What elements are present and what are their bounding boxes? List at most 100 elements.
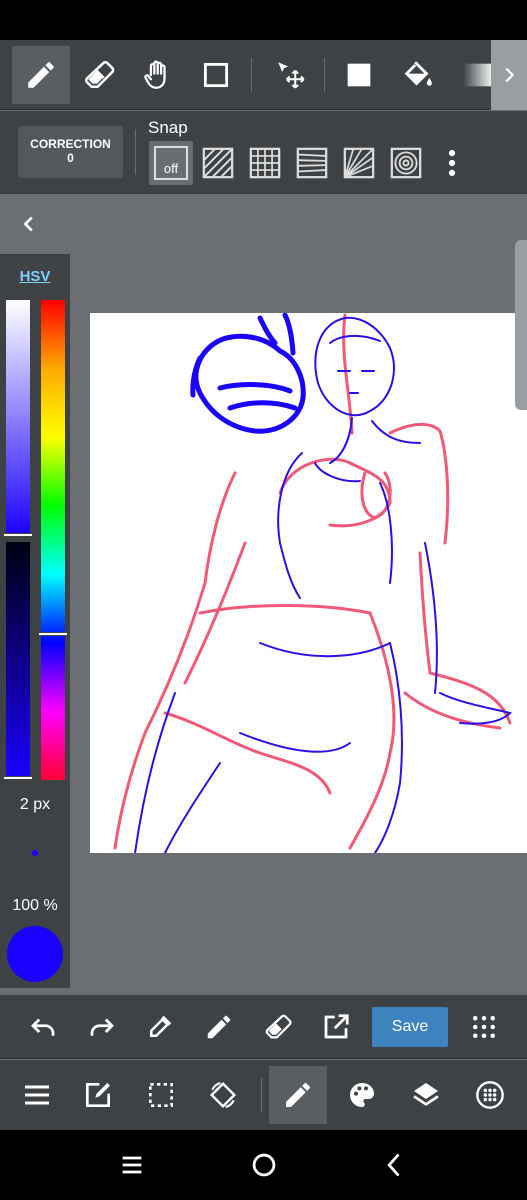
- snap-circle-icon: [390, 147, 422, 179]
- tool-toolbar: [0, 40, 527, 110]
- collapse-panel-button[interactable]: [14, 210, 44, 238]
- brush-size-preview: [32, 850, 38, 856]
- eyedropper-icon: [150, 1015, 172, 1037]
- current-color-swatch[interactable]: [7, 926, 63, 982]
- brush-size-label[interactable]: 2 px: [0, 796, 70, 814]
- toolbar-divider: [324, 58, 325, 92]
- rotate-canvas-button[interactable]: [194, 1066, 252, 1124]
- palette-icon: [350, 1083, 374, 1107]
- fill-rect-tool-button[interactable]: [330, 46, 388, 104]
- bucket-icon: [404, 61, 432, 86]
- home-circle-icon: [252, 1153, 276, 1177]
- chevron-left-icon: [23, 216, 33, 232]
- undo-icon: [31, 1018, 55, 1036]
- app-screen: CORRECTION 0 Snap off HSV 2 px 100 % Sav…: [0, 0, 527, 1200]
- eraser-icon: [85, 61, 115, 89]
- redo-icon: [90, 1018, 114, 1036]
- undo-button[interactable]: [21, 1005, 65, 1049]
- snap-off-icon: off: [154, 146, 188, 180]
- material-button[interactable]: [461, 1066, 519, 1124]
- options-divider: [135, 129, 136, 175]
- menu-button[interactable]: [8, 1066, 66, 1124]
- rectangle-select-icon: [203, 62, 229, 88]
- grid-menu-button[interactable]: [462, 1005, 506, 1049]
- gradient-icon: [462, 63, 494, 87]
- more-vertical-icon: [448, 149, 456, 177]
- status-bar: [0, 0, 527, 40]
- tool-options-bar: CORRECTION 0 Snap off: [0, 111, 527, 194]
- eraser-quick-button[interactable]: [256, 1005, 300, 1049]
- snap-perspective-lines-button[interactable]: [290, 141, 334, 185]
- snap-more-button[interactable]: [430, 141, 474, 185]
- eyedropper-button[interactable]: [138, 1005, 182, 1049]
- grid-dots-icon: [473, 1016, 495, 1038]
- snap-circle-button[interactable]: [384, 141, 428, 185]
- move-tool-button[interactable]: [262, 46, 320, 104]
- bottom-toolbar-divider: [261, 1078, 262, 1112]
- move-transform-icon: [278, 62, 305, 89]
- snap-label: Snap: [148, 118, 188, 137]
- chevron-right-icon: [505, 67, 515, 83]
- sketch-drawing: [113, 313, 512, 853]
- save-button[interactable]: Save: [372, 1007, 448, 1047]
- system-navigation-bar: [0, 1130, 527, 1200]
- pen-icon: [286, 1082, 310, 1107]
- home-button[interactable]: [246, 1147, 282, 1183]
- brightness-slider[interactable]: [6, 542, 30, 780]
- hand-tool-button[interactable]: [129, 46, 187, 104]
- hue-slider[interactable]: [41, 300, 65, 780]
- correction-label: CORRECTION: [30, 137, 111, 151]
- selection-button[interactable]: [132, 1066, 190, 1124]
- pen-quick-button[interactable]: [197, 1005, 241, 1049]
- back-chevron-icon: [387, 1153, 400, 1177]
- snap-off-button[interactable]: off: [149, 141, 193, 185]
- saturation-slider-thumb[interactable]: [3, 533, 33, 537]
- snap-lines-icon: [296, 147, 328, 179]
- snap-parallel-icon: [202, 147, 234, 179]
- eraser-tool-button[interactable]: [70, 46, 128, 104]
- snap-radial-button[interactable]: [337, 141, 381, 185]
- edit-button[interactable]: [69, 1066, 127, 1124]
- edit-square-icon: [86, 1083, 110, 1107]
- snap-grid-icon: [249, 147, 281, 179]
- export-button[interactable]: [314, 1005, 358, 1049]
- toolbar-divider: [251, 58, 252, 92]
- saturation-slider[interactable]: [6, 300, 30, 536]
- toolbar-scroll-right-button[interactable]: [491, 40, 527, 110]
- material-dots-icon: [476, 1081, 504, 1109]
- action-bar: Save: [0, 995, 527, 1059]
- pen-tool-button[interactable]: [12, 46, 70, 104]
- rotate-screen-icon: [209, 1081, 237, 1109]
- snap-radial-icon: [343, 147, 375, 179]
- hue-slider-thumb[interactable]: [38, 632, 68, 636]
- color-mode-toggle[interactable]: HSV: [0, 268, 70, 285]
- back-button[interactable]: [377, 1147, 413, 1183]
- brightness-slider-thumb[interactable]: [3, 776, 33, 780]
- redo-button[interactable]: [80, 1005, 124, 1049]
- dashed-select-icon: [149, 1083, 173, 1107]
- layers-button[interactable]: [397, 1066, 455, 1124]
- brush-button[interactable]: [269, 1066, 327, 1124]
- drawing-canvas[interactable]: [90, 313, 527, 853]
- color-panel: HSV 2 px 100 %: [0, 254, 70, 988]
- bottom-toolbar: [0, 1060, 527, 1130]
- fill-rect-icon: [347, 63, 371, 87]
- canvas-scroll-handle[interactable]: [515, 240, 527, 410]
- opacity-label[interactable]: 100 %: [0, 897, 70, 915]
- rectangle-select-tool-button[interactable]: [187, 46, 245, 104]
- bucket-tool-button[interactable]: [389, 46, 447, 104]
- export-icon: [324, 1014, 349, 1039]
- correction-button[interactable]: CORRECTION 0: [18, 126, 123, 178]
- pen-icon: [207, 1015, 231, 1039]
- hand-icon: [144, 60, 166, 89]
- color-palette-button[interactable]: [333, 1066, 391, 1124]
- snap-parallel-button[interactable]: [196, 141, 240, 185]
- recent-apps-button[interactable]: [114, 1147, 150, 1183]
- recent-apps-icon: [122, 1156, 142, 1174]
- snap-grid-button[interactable]: [243, 141, 287, 185]
- hamburger-menu-icon: [25, 1085, 49, 1105]
- pen-icon: [28, 62, 54, 88]
- correction-value: 0: [67, 151, 74, 165]
- eraser-icon: [265, 1014, 292, 1039]
- layers-icon: [413, 1083, 439, 1106]
